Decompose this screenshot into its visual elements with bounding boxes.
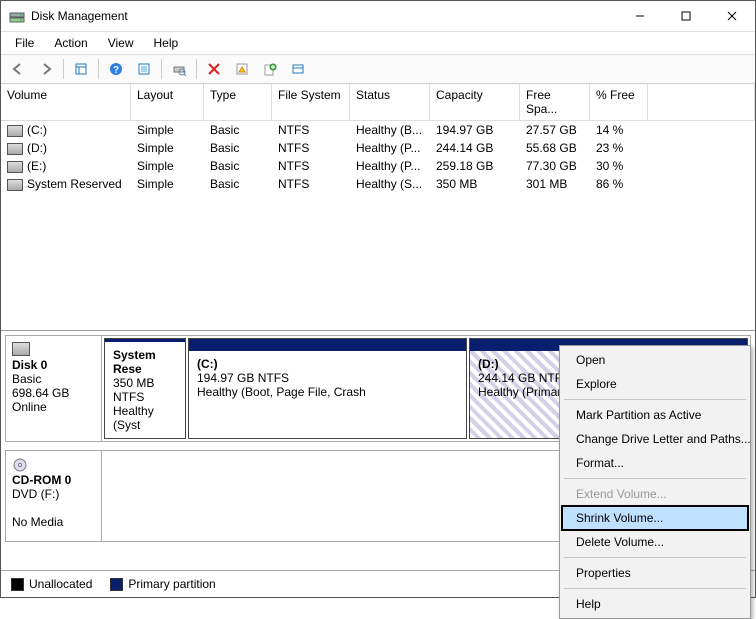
- volume-icon: [7, 179, 23, 191]
- ctx-explore[interactable]: Explore: [562, 372, 748, 396]
- svg-text:?: ?: [113, 65, 119, 76]
- cdrom-name: CD-ROM 0: [12, 473, 95, 487]
- volume-row[interactable]: (C:) Simple Basic NTFS Healthy (B... 194…: [1, 121, 755, 139]
- disk-icon: [12, 342, 30, 356]
- vol-capacity: 194.97 GB: [430, 121, 520, 139]
- col-pct[interactable]: % Free: [590, 84, 648, 121]
- col-layout[interactable]: Layout: [131, 84, 204, 121]
- ctx-extend: Extend Volume...: [562, 482, 748, 506]
- part-title: (D:): [478, 357, 499, 371]
- cdrom-icon: [12, 457, 95, 473]
- separator: [63, 59, 64, 79]
- window-title: Disk Management: [31, 9, 617, 23]
- volume-row[interactable]: (D:) SimpleBasicNTFSHealthy (P...244.14 …: [1, 139, 755, 157]
- vol-free: 27.57 GB: [520, 121, 590, 139]
- vol-name: (E:): [27, 159, 46, 173]
- forward-button[interactable]: [33, 56, 59, 82]
- window-titlebar: Disk Management: [1, 1, 755, 32]
- menu-bar: File Action View Help: [1, 32, 755, 55]
- vol-pct: 14 %: [590, 121, 648, 139]
- part-status: Healthy (Boot, Page File, Crash: [197, 385, 366, 399]
- disk-size: 698.64 GB: [12, 386, 95, 400]
- partition-band: [189, 339, 466, 351]
- separator: [564, 588, 746, 589]
- separator: [564, 399, 746, 400]
- volume-icon: [7, 125, 23, 137]
- context-menu: Open Explore Mark Partition as Active Ch…: [559, 345, 751, 619]
- vol-name: (D:): [27, 141, 47, 155]
- disk-mgmt-icon: [9, 8, 25, 24]
- minimize-button[interactable]: [617, 1, 663, 31]
- separator: [196, 59, 197, 79]
- part-size: 350 MB NTFS: [113, 376, 154, 404]
- partition-c[interactable]: (C:) 194.97 GB NTFS Healthy (Boot, Page …: [188, 338, 467, 439]
- ctx-shrink[interactable]: Shrink Volume...: [562, 506, 748, 530]
- toolbar: ?: [1, 55, 755, 84]
- part-size: 244.14 GB NTFS: [478, 371, 570, 385]
- properties-button[interactable]: [229, 56, 255, 82]
- vol-layout: Simple: [131, 121, 204, 139]
- col-status[interactable]: Status: [350, 84, 430, 121]
- ctx-change-letter[interactable]: Change Drive Letter and Paths...: [562, 427, 748, 451]
- disk-name: Disk 0: [12, 358, 95, 372]
- rescan-button[interactable]: [166, 56, 192, 82]
- disk-type: Basic: [12, 372, 95, 386]
- separator: [161, 59, 162, 79]
- maximize-button[interactable]: [663, 1, 709, 31]
- menu-file[interactable]: File: [7, 34, 42, 52]
- help-button[interactable]: ?: [103, 56, 129, 82]
- col-type[interactable]: Type: [204, 84, 272, 121]
- ctx-delete[interactable]: Delete Volume...: [562, 530, 748, 554]
- separator: [564, 478, 746, 479]
- back-button[interactable]: [5, 56, 31, 82]
- close-button[interactable]: [709, 1, 755, 31]
- ctx-open[interactable]: Open: [562, 348, 748, 372]
- cdrom-info[interactable]: CD-ROM 0 DVD (F:) No Media: [6, 451, 102, 541]
- volume-row[interactable]: (E:) SimpleBasicNTFSHealthy (P...259.18 …: [1, 157, 755, 175]
- part-title: (C:): [197, 357, 218, 371]
- volume-row[interactable]: System Reserved SimpleBasicNTFSHealthy (…: [1, 175, 755, 193]
- cdrom-type: DVD (F:): [12, 487, 95, 501]
- delete-button[interactable]: [201, 56, 227, 82]
- refresh-button[interactable]: [131, 56, 157, 82]
- col-capacity[interactable]: Capacity: [430, 84, 520, 121]
- part-size: 194.97 GB NTFS: [197, 371, 289, 385]
- col-free[interactable]: Free Spa...: [520, 84, 590, 121]
- part-status: Healthy (Syst: [113, 404, 154, 432]
- menu-action[interactable]: Action: [46, 34, 95, 52]
- show-hide-button[interactable]: [68, 56, 94, 82]
- ctx-format[interactable]: Format...: [562, 451, 748, 475]
- disk-info[interactable]: Disk 0 Basic 698.64 GB Online: [6, 336, 102, 441]
- col-fs[interactable]: File System: [272, 84, 350, 121]
- vol-status: Healthy (B...: [350, 121, 430, 139]
- part-title: System Rese: [113, 348, 156, 376]
- col-empty[interactable]: [648, 84, 755, 121]
- separator: [564, 557, 746, 558]
- volume-list: Volume Layout Type File System Status Ca…: [1, 84, 755, 331]
- swatch-navy: [110, 578, 123, 591]
- vol-name: System Reserved: [27, 177, 122, 191]
- menu-help[interactable]: Help: [146, 34, 187, 52]
- ctx-help[interactable]: Help: [562, 592, 748, 616]
- vol-type: Basic: [204, 121, 272, 139]
- disk-state: Online: [12, 400, 95, 414]
- view-button[interactable]: [285, 56, 311, 82]
- column-headers: Volume Layout Type File System Status Ca…: [1, 84, 755, 121]
- partition-system-reserved[interactable]: System Rese 350 MB NTFS Healthy (Syst: [104, 338, 186, 439]
- col-volume[interactable]: Volume: [1, 84, 131, 121]
- legend-primary: Primary partition: [110, 577, 215, 591]
- swatch-black: [11, 578, 24, 591]
- vol-name: (C:): [27, 123, 47, 137]
- cdrom-state: No Media: [12, 515, 95, 529]
- volume-icon: [7, 161, 23, 173]
- legend-unallocated: Unallocated: [11, 577, 92, 591]
- separator: [98, 59, 99, 79]
- menu-view[interactable]: View: [100, 34, 142, 52]
- ctx-properties[interactable]: Properties: [562, 561, 748, 585]
- settings-button[interactable]: [257, 56, 283, 82]
- vol-fs: NTFS: [272, 121, 350, 139]
- ctx-mark-active[interactable]: Mark Partition as Active: [562, 403, 748, 427]
- volume-icon: [7, 143, 23, 155]
